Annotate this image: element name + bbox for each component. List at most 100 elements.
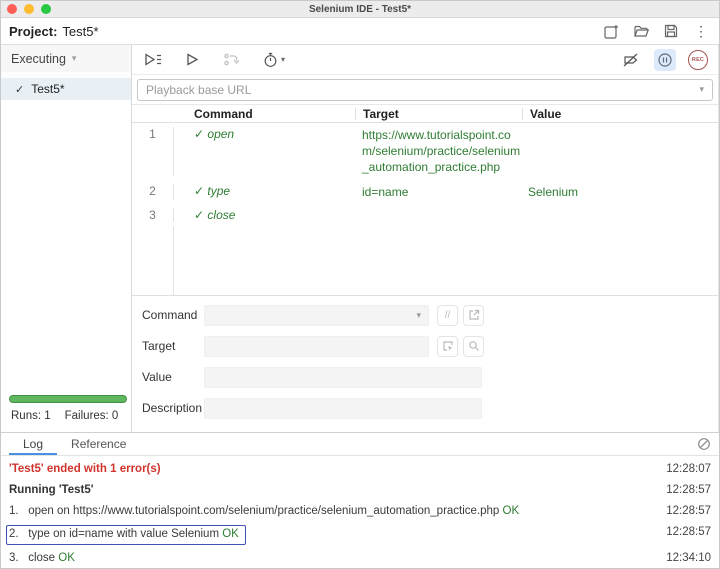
description-input[interactable] [204, 397, 482, 419]
run-progress-bar [9, 395, 127, 403]
project-name: Test5* [62, 23, 99, 39]
log-entry-selected[interactable]: 2. type on id=name with value Selenium O… [1, 522, 719, 548]
log-entry[interactable]: 1. open on https://www.tutorialspoint.co… [1, 501, 719, 522]
project-label: Project: [9, 23, 58, 39]
log-timestamp: 12:28:57 [666, 483, 711, 496]
step-passed-check-icon: ✓ [194, 127, 205, 141]
value-input[interactable] [204, 366, 482, 388]
test-name: Test5* [31, 82, 65, 96]
log-panel: Log Reference 'Test5' ended with 1 error… [1, 432, 719, 568]
playback-toolbar: ▾ REC [132, 45, 718, 75]
table-row[interactable]: 3 ✓ close [132, 204, 718, 226]
log-timestamp: 12:34:10 [666, 551, 711, 564]
value-cell [521, 208, 718, 222]
tests-dropdown[interactable]: Executing ▾ [1, 45, 131, 72]
select-target-icon[interactable] [437, 335, 458, 357]
project-bar: Project: Test5* ⋮ [1, 18, 719, 45]
log-step-number: 2. [9, 527, 19, 540]
command-cell: type [207, 183, 231, 198]
run-all-tests-icon[interactable] [142, 49, 164, 71]
target-cell [355, 208, 521, 222]
log-entries: 'Test5' ended with 1 error(s) 12:28:07 R… [1, 456, 719, 568]
save-project-icon[interactable] [661, 21, 681, 41]
tab-reference[interactable]: Reference [57, 434, 140, 454]
new-project-icon[interactable] [601, 21, 621, 41]
target-field-label: Target [142, 339, 176, 353]
log-entry[interactable]: 'Test5' ended with 1 error(s) 12:28:07 [1, 459, 719, 480]
target-input[interactable] [204, 335, 429, 357]
step-over-icon[interactable] [220, 49, 242, 71]
disable-breakpoints-icon[interactable] [620, 49, 642, 71]
log-timestamp: 12:28:57 [666, 525, 711, 538]
clear-log-icon[interactable] [697, 437, 711, 451]
chevron-down-icon[interactable]: ▾ [699, 84, 704, 95]
test-execution-speed-icon[interactable]: ▾ [259, 49, 289, 71]
command-cell: open [207, 127, 235, 141]
log-tab-bar: Log Reference [1, 433, 719, 456]
run-current-test-icon[interactable] [181, 49, 203, 71]
log-message: Running 'Test5' [9, 483, 94, 496]
open-project-icon[interactable] [631, 21, 651, 41]
test-list-empty-area [1, 100, 131, 389]
log-message: close [28, 551, 56, 564]
playback-base-url-input[interactable] [146, 82, 700, 97]
commands-table-header: Command Target Value [132, 105, 718, 123]
command-field-label: Command [142, 308, 198, 322]
runs-count: Runs: 1 [11, 410, 51, 422]
playback-base-url-field[interactable]: ▾ [137, 78, 713, 101]
value-cell [521, 127, 718, 176]
open-new-window-icon[interactable] [463, 304, 484, 326]
table-row[interactable]: 1 ✓ open https://www.tutorialspoint.com/… [132, 123, 718, 180]
sidebar-item-test5[interactable]: ✓ Test5* [1, 78, 131, 100]
run-status-area: Runs: 1 Failures: 0 [1, 389, 131, 432]
log-ok-status: OK [58, 551, 75, 564]
record-icon[interactable]: REC [688, 49, 708, 70]
window-title: Selenium IDE - Test5* [308, 3, 412, 15]
log-message: open on https://www.tutorialspoint.com/s… [28, 504, 500, 517]
target-cell: https://www.tutorialspoint.com/selenium/… [362, 128, 521, 175]
more-options-icon[interactable]: ⋮ [691, 21, 711, 41]
selected-log-highlight: 2. type on id=name with value Selenium O… [6, 524, 246, 545]
log-message: type on id=name with value Selenium [28, 527, 220, 540]
row-number: 3 [132, 207, 174, 222]
tests-sidebar: Executing ▾ ✓ Test5* Runs: 1 Failures: 0 [1, 45, 132, 432]
value-cell: Selenium [528, 184, 579, 199]
column-header-target: Target [363, 106, 399, 121]
step-passed-check-icon: ✓ [194, 207, 205, 222]
row-number: 1 [132, 127, 174, 176]
target-cell: id=name [362, 184, 409, 199]
title-bar: Selenium IDE - Test5* [1, 1, 719, 18]
step-passed-check-icon: ✓ [194, 183, 205, 198]
column-header-command: Command [194, 106, 253, 121]
row-number: 2 [132, 183, 174, 200]
log-ok-status: OK [222, 527, 239, 540]
value-field-label: Value [142, 370, 172, 384]
log-ok-status: OK [502, 504, 520, 517]
tests-dropdown-label: Executing [11, 51, 66, 66]
column-header-value: Value [530, 106, 562, 121]
log-step-number: 3. [9, 551, 19, 564]
description-field-label: Description [142, 401, 203, 415]
chevron-down-icon: ▾ [416, 309, 421, 320]
selenium-ide-window: Selenium IDE - Test5* Project: Test5* ⋮ … [0, 0, 720, 569]
log-timestamp: 12:28:57 [666, 504, 711, 517]
commands-table: Command Target Value 1 ✓ open https://ww… [132, 104, 718, 295]
log-entry[interactable]: 3. close OK 12:34:10 [1, 548, 719, 568]
log-step-number: 1. [9, 504, 19, 517]
table-row[interactable]: 2 ✓ type id=name Selenium [132, 180, 718, 204]
step-edit-form: Command ▾ // Target Value Description [132, 295, 718, 432]
toggle-comment-button[interactable]: // [437, 304, 458, 326]
command-select[interactable]: ▾ [204, 304, 429, 326]
test-editor-pane: ▾ REC Playback base URL ▾ Command Target… [132, 45, 719, 432]
pause-on-exceptions-icon[interactable] [654, 48, 676, 71]
command-cell: close [207, 207, 236, 222]
log-entry[interactable]: Running 'Test5' 12:28:57 [1, 480, 719, 501]
search-target-icon[interactable] [463, 335, 484, 357]
commands-rows: 1 ✓ open https://www.tutorialspoint.com/… [132, 123, 718, 295]
log-message: 'Test5' ended with 1 error(s) [9, 463, 161, 475]
log-timestamp: 12:28:07 [666, 463, 711, 475]
table-empty-area[interactable] [132, 225, 718, 295]
tab-log[interactable]: Log [9, 434, 58, 455]
main-area: Executing ▾ ✓ Test5* Runs: 1 Failures: 0 [1, 45, 719, 432]
failures-count: Failures: 0 [64, 410, 119, 422]
